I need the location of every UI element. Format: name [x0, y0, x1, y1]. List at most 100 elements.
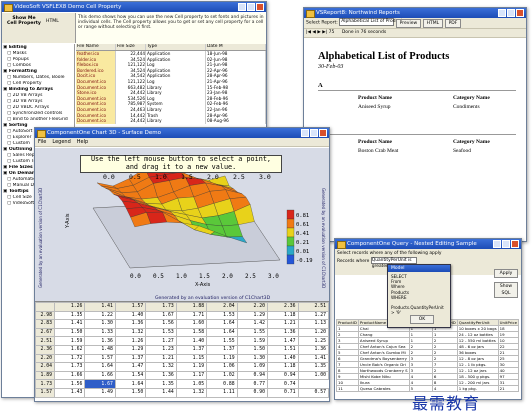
grid-cell[interactable]: 1.36	[114, 319, 147, 329]
html-tab[interactable]: HTML	[46, 19, 59, 24]
grid-row[interactable]: 2.04 1.73 1.64 1.47 1.32 1.19 1.06 1.09 1.18 1.35	[35, 362, 329, 372]
grid-cell[interactable]: 1.59	[53, 336, 86, 346]
grid-cell[interactable]: 1.27	[145, 336, 177, 346]
file-list-row[interactable]: Document.ico 24,442 Library 08-Aug-96	[76, 118, 266, 124]
grid-cell[interactable]: 1.51	[267, 344, 299, 355]
surface-chart[interactable]: 0.00.51.01.52.02.53.0X-Axis0.00.51.01.52…	[35, 148, 329, 301]
minimize-icon[interactable]	[498, 9, 506, 17]
grid-cell[interactable]: 1.57	[114, 302, 147, 312]
grid-cell[interactable]: 1.32	[145, 362, 177, 372]
grid-cell[interactable]: 1.19	[175, 362, 208, 372]
grid-cell[interactable]: 1.36	[84, 336, 116, 346]
grid-row[interactable]: 2.83 1.41 1.30 1.36 1.56 1.60 1.64 1.42 1.21 1.13	[35, 319, 329, 329]
grid-cell[interactable]: 1.33	[84, 327, 116, 338]
grid-cell[interactable]: 1.21	[145, 353, 177, 364]
grid-cell[interactable]: 1.55	[206, 336, 238, 346]
close-icon[interactable]	[256, 3, 264, 11]
grid-cell[interactable]: 0.94	[236, 370, 269, 381]
grid-cell[interactable]: 1.21	[267, 319, 299, 329]
grid-row[interactable]: 1.89 1.66 1.66 1.54 1.36 1.17 1.02 0.94 0.94 1.00	[35, 370, 329, 381]
grid-cell[interactable]: 1.26	[114, 336, 147, 346]
grid-cell[interactable]: 1.73	[35, 379, 55, 389]
grid-cell[interactable]: 2.04	[35, 362, 55, 372]
apply-button[interactable]: Apply	[494, 269, 518, 278]
file-list-column-header[interactable]: File Name	[76, 44, 116, 50]
products-column-header[interactable]: ProductID	[336, 319, 359, 326]
surface-data-grid[interactable]: 1.26 1.41 1.57 1.73 1.88 2.04 2.20 2.36 2.51 2.98…	[35, 301, 329, 401]
grid-cell[interactable]: 1.36	[145, 370, 177, 381]
menu-item-help[interactable]: Help	[77, 138, 88, 146]
maximize-icon[interactable]	[310, 129, 318, 137]
ok-button[interactable]: OK	[410, 315, 434, 324]
chart3d-titlebar[interactable]: ComponentOne Chart 3D - Surface Demo	[35, 128, 329, 138]
grid-row[interactable]: 2.36 1.62 1.48 1.29 1.23 1.37 1.37 1.50 1.51 1.36	[35, 344, 329, 355]
maximize-icon[interactable]	[247, 3, 255, 11]
grid-row[interactable]: 1.73 1.56 1.67 1.64 1.35 1.05 0.88 0.77 0.74	[35, 379, 329, 389]
grid-cell[interactable]: 1.67	[145, 310, 177, 321]
grid-cell[interactable]: 1.27	[297, 310, 329, 321]
grid-cell[interactable]: 1.18	[267, 310, 299, 321]
grid-cell[interactable]: 0.71	[267, 387, 299, 398]
products-table[interactable]: ProductIDProductNameSupplierIDCategoryID…	[336, 319, 520, 392]
minimize-icon[interactable]	[238, 3, 246, 11]
grid-cell[interactable]: 1.40	[175, 336, 208, 346]
grid-cell[interactable]: 1.30	[236, 353, 269, 364]
close-icon[interactable]	[511, 240, 519, 248]
grid-cell[interactable]: 1.50	[114, 387, 147, 398]
grid-header-row[interactable]: 1.26 1.41 1.57 1.73 1.88 2.04 2.20 2.36 2.51	[35, 302, 329, 312]
grid-cell[interactable]: 1.37	[114, 353, 147, 364]
grid-cell[interactable]: 1.17	[175, 370, 208, 381]
grid-cell[interactable]: 1.66	[84, 370, 116, 381]
next-page-icon[interactable]: ▶	[317, 30, 320, 35]
grid-cell[interactable]: 1.37	[206, 344, 238, 355]
grid-cell[interactable]: 1.29	[236, 310, 269, 321]
grid-cell[interactable]: 1.88	[175, 302, 208, 312]
grid-cell[interactable]: 2.36	[267, 302, 299, 312]
grid-cell[interactable]: 1.36	[297, 344, 329, 355]
grid-cell[interactable]: 1.67	[84, 379, 116, 389]
grid-cell[interactable]: 1.20	[297, 327, 329, 338]
query-window[interactable]: ComponentOne Query - Nested Editing Samp…	[334, 238, 522, 400]
grid-cell[interactable]: 1.00	[297, 370, 329, 381]
minimize-icon[interactable]	[301, 129, 309, 137]
grid-cell[interactable]: 0.74	[267, 379, 299, 389]
grid-cell[interactable]: 2.20	[236, 302, 269, 312]
grid-cell[interactable]: 2.51	[35, 336, 55, 346]
sql-dialog-titlebar[interactable]: Model	[388, 265, 450, 272]
grid-cell[interactable]: 1.40	[267, 353, 299, 364]
close-icon[interactable]	[516, 9, 524, 17]
grid-cell[interactable]: 1.57	[35, 387, 55, 398]
grid-cell[interactable]: 1.40	[114, 310, 147, 321]
grid-cell[interactable]: 1.50	[236, 344, 269, 355]
first-page-icon[interactable]: |◀	[306, 30, 311, 35]
report-titlebar[interactable]: VSReport8: Northwind Reports	[304, 8, 526, 18]
grid-cell[interactable]: 1.59	[236, 336, 269, 346]
grid-cell[interactable]: 1.26	[53, 302, 86, 312]
grid-cell[interactable]: 1.64	[84, 362, 116, 372]
menu-item-legend[interactable]: Legend	[52, 138, 70, 146]
grid-cell[interactable]: 1.89	[35, 370, 55, 381]
grid-cell[interactable]: 1.05	[175, 379, 208, 389]
grid-row[interactable]: 1.57 1.43 1.49 1.50 1.44 1.32 1.11 0.90 0.71 0.57	[35, 387, 329, 398]
grid-cell[interactable]: 1.35	[145, 379, 177, 389]
grid-cell[interactable]: 0.57	[297, 387, 329, 398]
grid-cell[interactable]: 1.47	[267, 336, 299, 346]
grid-cell[interactable]: 1.09	[236, 362, 269, 372]
grid-cell[interactable]: 1.29	[114, 344, 147, 355]
grid-cell[interactable]: 1.30	[84, 319, 116, 329]
grid-cell[interactable]: 0.77	[236, 379, 269, 389]
grid-cell[interactable]: 1.25	[297, 336, 329, 346]
grid-cell[interactable]: 1.42	[236, 319, 269, 329]
grid-cell[interactable]: 1.64	[206, 327, 238, 338]
query-titlebar[interactable]: ComponentOne Query - Nested Editing Samp…	[335, 239, 521, 249]
grid-cell[interactable]: 1.41	[297, 353, 329, 364]
grid-cell[interactable]: 2.36	[35, 344, 55, 355]
grid-cell[interactable]: 1.49	[84, 387, 116, 398]
grid-row[interactable]: 2.20 1.72 1.57 1.37 1.21 1.15 1.19 1.30 1.40 1.41	[35, 353, 329, 364]
grid-cell[interactable]: 1.37	[175, 344, 208, 355]
file-list-column-header[interactable]: Type	[146, 44, 206, 50]
grid-row[interactable]: 2.51 1.59 1.36 1.26 1.27 1.40 1.55 1.59 1.47 1.25	[35, 336, 329, 346]
file-list-column-header[interactable]: File Size	[116, 44, 146, 50]
grid-cell[interactable]: 1.47	[114, 362, 147, 372]
file-list-column-header[interactable]: Date M	[206, 44, 266, 50]
